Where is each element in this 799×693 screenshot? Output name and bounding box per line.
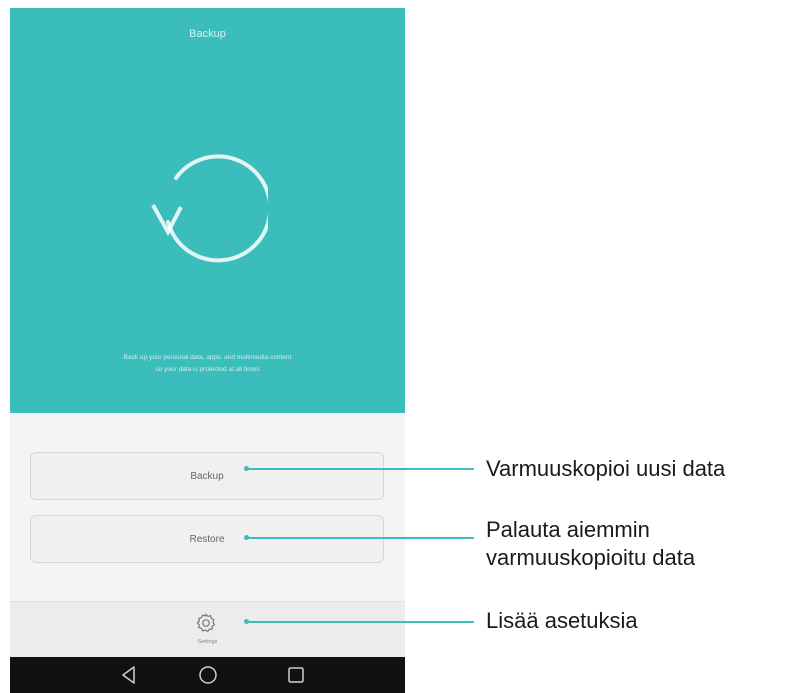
home-icon[interactable] [197, 664, 219, 691]
backup-button-label: Backup [190, 470, 224, 482]
restore-button-label: Restore [189, 533, 225, 545]
backup-button[interactable]: Backup [30, 452, 384, 500]
callout-backup: Varmuuskopioi uusi data [486, 456, 726, 481]
settings-bar[interactable]: Settings [10, 601, 405, 658]
restore-button[interactable]: Restore [30, 515, 384, 563]
phone-screen: Backup Back up your personal data, apps,… [10, 8, 405, 693]
description-line-2: so your data is protected at all times [155, 366, 260, 373]
callout-restore-line-1: Palauta aiemmin [486, 517, 650, 542]
page-title: Backup [189, 28, 226, 40]
description-line-1: Back up your personal data, apps, and mu… [123, 354, 292, 361]
callout-line-settings [248, 621, 474, 623]
recent-apps-icon[interactable] [285, 664, 307, 691]
navigation-bar [10, 657, 405, 693]
backup-header: Backup Back up your personal data, apps,… [10, 8, 405, 413]
callout-line-restore [248, 537, 474, 539]
callout-settings: Lisää asetuksia [486, 608, 638, 633]
back-icon[interactable] [118, 664, 140, 691]
callout-line-backup [248, 468, 474, 470]
backup-description: Back up your personal data, apps, and mu… [50, 352, 365, 376]
gear-icon[interactable] [195, 612, 217, 639]
settings-label: Settings [197, 639, 218, 645]
callout-restore: Palauta aiemmin varmuuskopioitu data [486, 516, 695, 572]
refresh-icon [148, 150, 273, 275]
callout-restore-line-2: varmuuskopioitu data [486, 545, 696, 570]
